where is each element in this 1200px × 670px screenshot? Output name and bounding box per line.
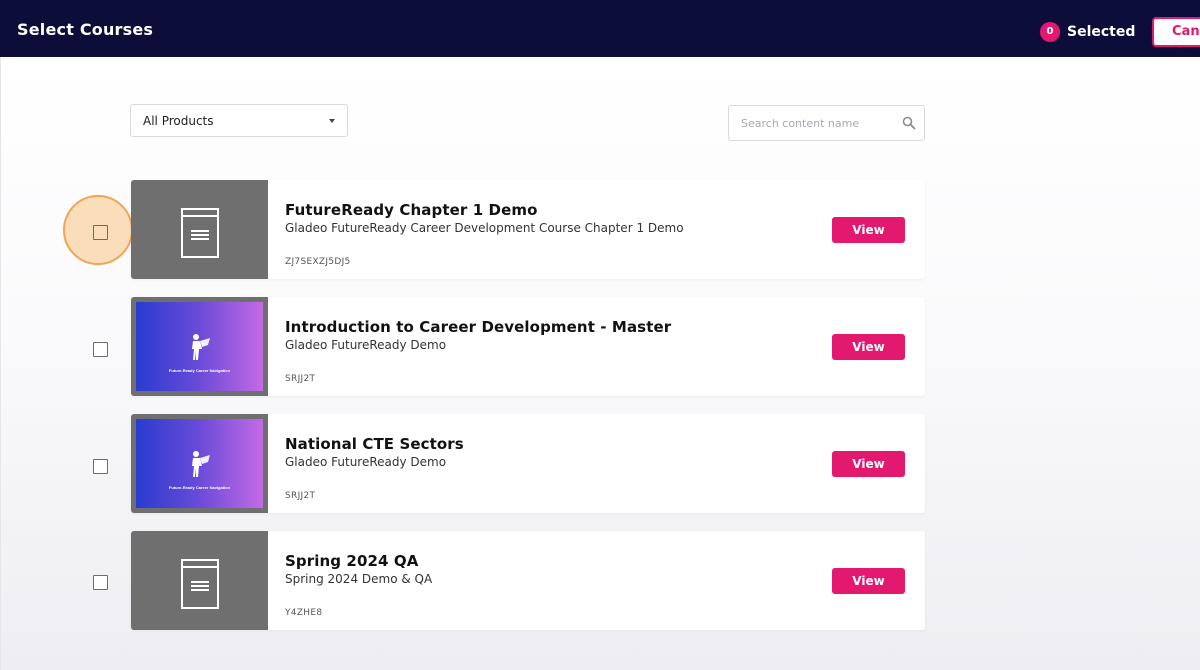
course-checkbox[interactable] — [93, 575, 108, 590]
course-description: Gladeo FutureReady Demo — [285, 338, 447, 352]
course-code: SRJJ2T — [285, 374, 316, 384]
course-selection-panel: All Products FutureReady Chapter 1 Demo … — [0, 57, 1200, 670]
course-thumbnail: Future-Ready Career Navigation — [131, 297, 268, 396]
top-bar: Select Courses 0 Selected Cancel — [0, 0, 1200, 57]
course-thumbnail — [131, 180, 268, 279]
product-filter-dropdown[interactable]: All Products — [130, 104, 348, 137]
course-checkbox[interactable] — [93, 225, 108, 240]
page-title: Select Courses — [17, 20, 154, 39]
document-icon — [181, 208, 219, 258]
course-description: Gladeo FutureReady Career Development Co… — [285, 221, 684, 235]
banner-caption: Future-Ready Career Navigation — [168, 485, 231, 490]
superhero-figure-icon — [192, 334, 210, 360]
document-icon — [181, 559, 219, 609]
search-box — [728, 105, 925, 141]
future-ready-banner: Future-Ready Career Navigation — [136, 302, 263, 391]
course-thumbnail: Future-Ready Career Navigation — [131, 414, 268, 513]
search-icon[interactable] — [902, 116, 916, 130]
future-ready-banner: Future-Ready Career Navigation — [136, 419, 263, 508]
caret-down-icon — [329, 119, 335, 123]
view-button[interactable]: View — [832, 568, 905, 594]
course-row: Future-Ready Career Navigation National … — [131, 414, 925, 513]
superhero-figure-icon — [192, 451, 210, 477]
course-row: Spring 2024 QA Spring 2024 Demo & QA Y4Z… — [131, 531, 925, 630]
banner-caption: Future-Ready Career Navigation — [168, 368, 231, 373]
course-title: National CTE Sectors — [285, 435, 464, 453]
search-input[interactable] — [730, 107, 890, 139]
product-filter-value: All Products — [143, 114, 214, 128]
cancel-button[interactable]: Cancel — [1152, 17, 1200, 47]
course-title: Introduction to Career Development - Mas… — [285, 318, 672, 336]
selected-count-badge: 0 — [1040, 22, 1060, 42]
checkbox-focus-highlight — [63, 195, 133, 265]
course-checkbox[interactable] — [93, 459, 108, 474]
course-code: ZJ7SEXZJ5DJ5 — [285, 257, 351, 267]
course-description: Spring 2024 Demo & QA — [285, 572, 433, 586]
course-code: SRJJ2T — [285, 491, 316, 501]
course-description: Gladeo FutureReady Demo — [285, 455, 447, 469]
course-code: Y4ZHE8 — [285, 608, 323, 618]
course-title: Spring 2024 QA — [285, 552, 419, 570]
course-row: Future-Ready Career Navigation Introduct… — [131, 297, 925, 396]
course-thumbnail — [131, 531, 268, 630]
view-button[interactable]: View — [832, 334, 905, 360]
view-button[interactable]: View — [832, 451, 905, 477]
course-title: FutureReady Chapter 1 Demo — [285, 201, 538, 219]
course-checkbox[interactable] — [93, 342, 108, 357]
selected-label: Selected — [1067, 24, 1136, 40]
course-row: FutureReady Chapter 1 Demo Gladeo Future… — [131, 180, 925, 279]
view-button[interactable]: View — [832, 217, 905, 243]
